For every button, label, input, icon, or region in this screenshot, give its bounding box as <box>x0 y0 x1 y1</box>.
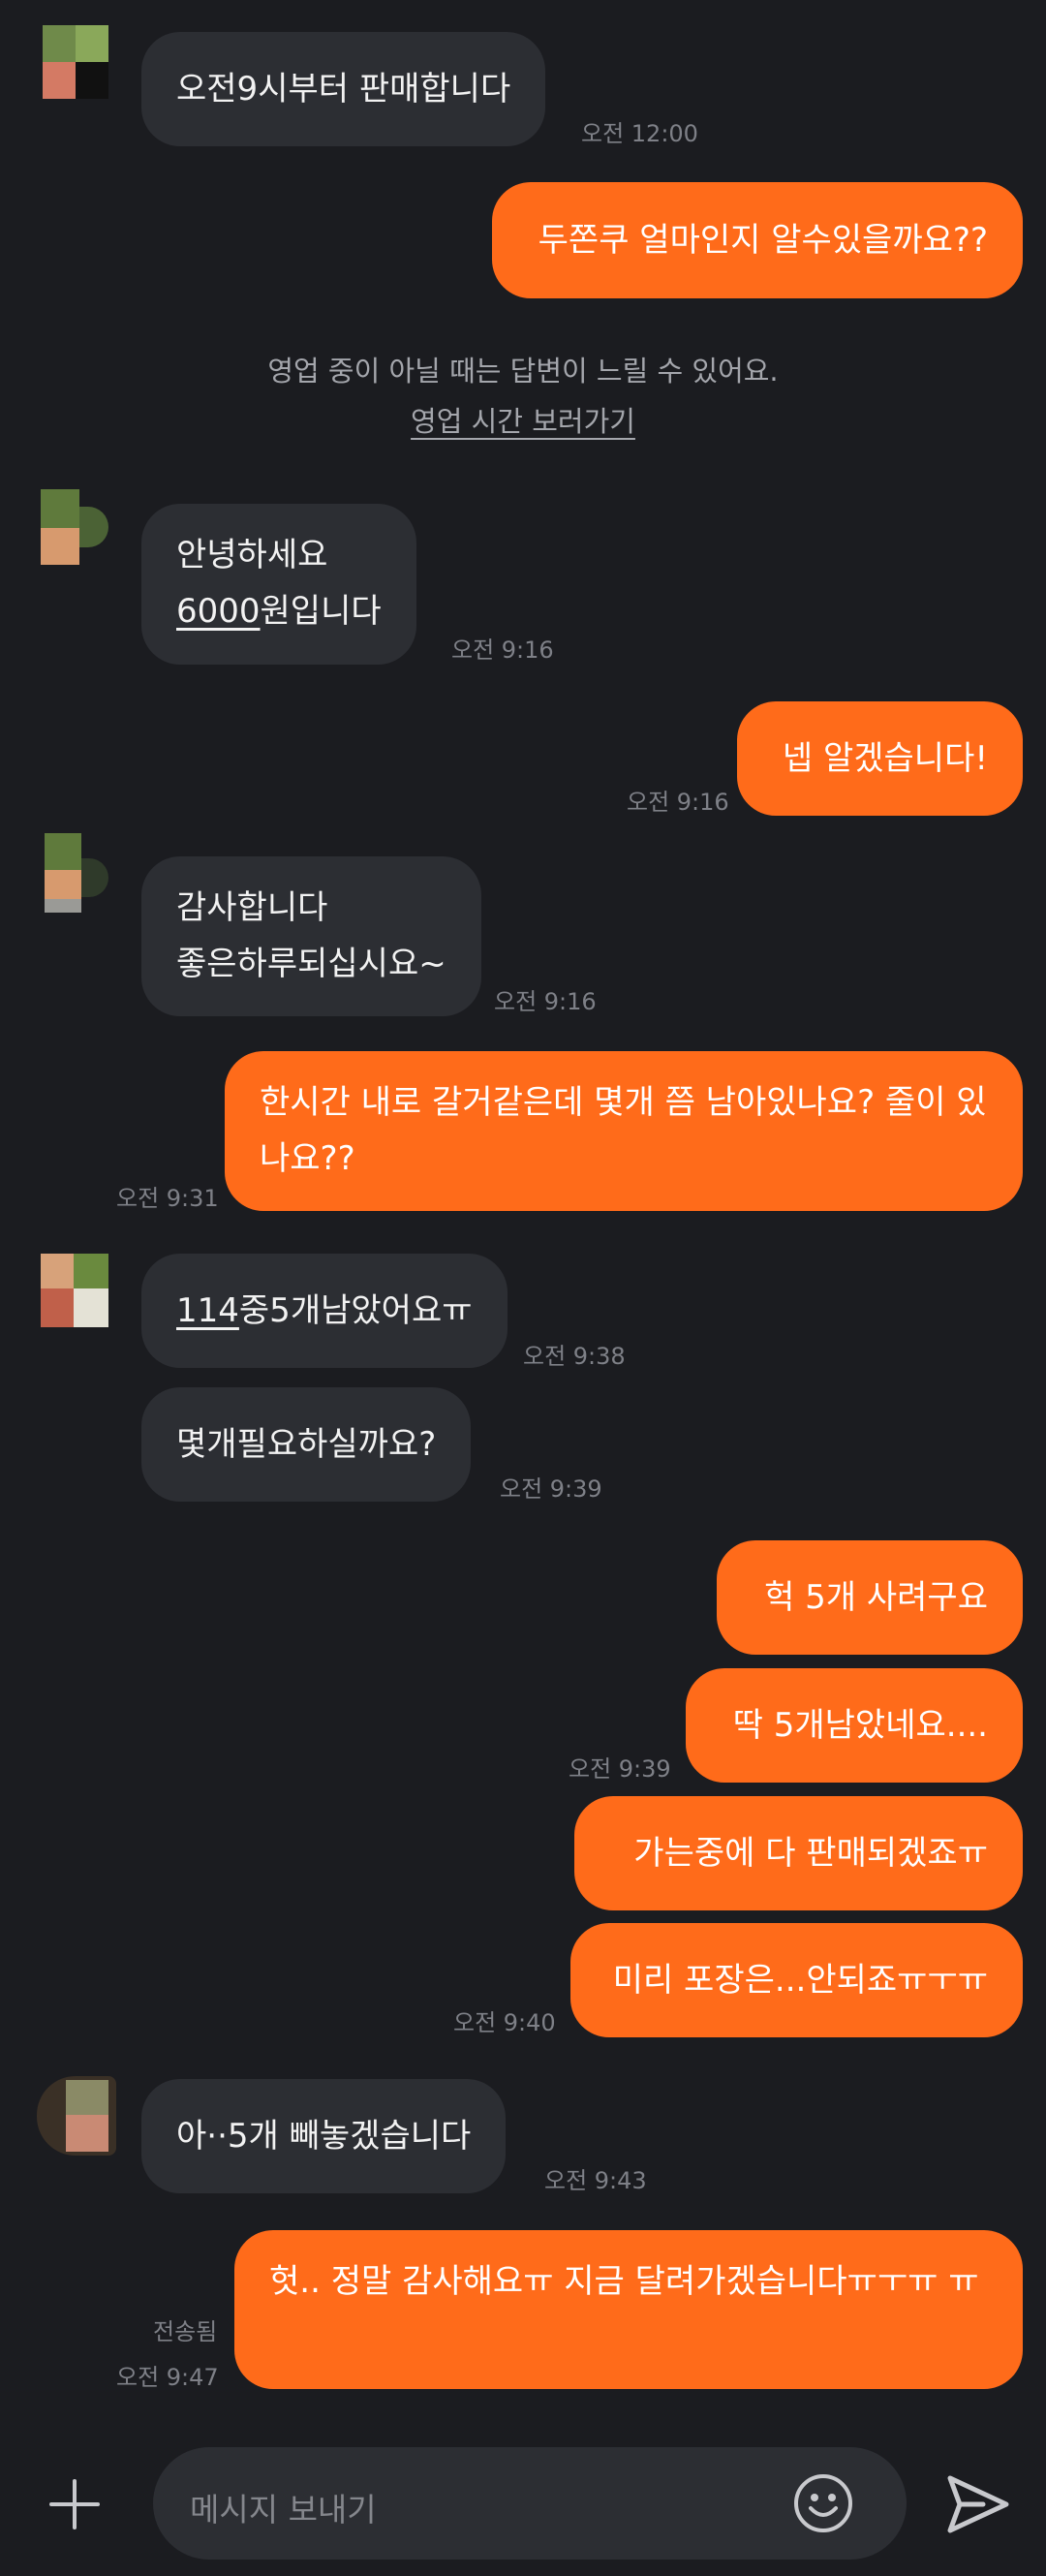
message-input[interactable]: 메시지 보내기 <box>153 2447 907 2560</box>
message-bubble[interactable]: 넵 알겠습니다! <box>737 701 1023 816</box>
plus-icon[interactable] <box>46 2475 104 2533</box>
message-placeholder: 메시지 보내기 <box>190 2491 377 2529</box>
message-bubble[interactable]: 몇개필요하실까요? <box>141 1387 472 1502</box>
message-bubble[interactable]: 한시간 내로 갈거같은데 몇개 쯤 남아있나요? 줄이 있나요?? <box>225 1051 1023 1211</box>
message-bubble[interactable]: 가는중에 다 판매되겠죠ㅠ <box>574 1796 1023 1910</box>
avatar[interactable] <box>37 1250 116 1329</box>
off-hours-notice: 영업 중이 아닐 때는 답변이 느릴 수 있어요. <box>267 355 779 388</box>
smile-icon[interactable] <box>792 2472 854 2534</box>
message-time: 오전 9:16 <box>627 789 729 816</box>
message-time: 오전 9:38 <box>523 1343 626 1370</box>
message-time: 오전 9:47 <box>116 2364 219 2391</box>
message-input-bar: 메시지 보내기 <box>0 2432 1046 2576</box>
send-icon[interactable] <box>944 2470 1012 2538</box>
business-hours-link[interactable]: 영업 시간 보러가기 <box>411 405 635 438</box>
message-bubble[interactable]: 헉 5개 사려구요 <box>717 1540 1023 1655</box>
message-time: 오전 9:40 <box>453 2009 556 2036</box>
message-bubble[interactable]: 아··5개 빼놓겠습니다 <box>141 2079 507 2193</box>
chat-area[interactable]: 오전9시부터 판매합니다 오전 12:00 두쫀쿠 얼마인지 알수있을까요?? … <box>0 0 1046 2432</box>
message-time: 오전 9:39 <box>500 1475 602 1503</box>
message-time: 오전 9:31 <box>116 1185 219 1212</box>
message-bubble[interactable]: 오전9시부터 판매합니다 <box>141 32 546 146</box>
message-status: 전송됨 <box>153 2318 218 2345</box>
message-bubble[interactable]: 감사합니다 좋은하루되십시요~ <box>141 856 481 1016</box>
message-time: 오전 9:16 <box>494 988 597 1015</box>
message-time: 오전 9:16 <box>451 636 554 664</box>
message-bubble[interactable]: 두쫀쿠 얼마인지 알수있을까요?? <box>492 182 1023 298</box>
message-bubble[interactable]: 딱 5개남았네요.... <box>686 1668 1023 1783</box>
message-bubble[interactable]: 안녕하세요 6000원입니다 <box>141 504 416 665</box>
avatar[interactable] <box>37 21 116 101</box>
avatar[interactable] <box>37 2076 116 2156</box>
message-time: 오전 9:39 <box>569 1755 671 1783</box>
message-bubble[interactable]: 미리 포장은...안되죠ㅠㅜㅠ <box>570 1923 1023 2037</box>
message-time: 오전 9:43 <box>544 2167 647 2194</box>
avatar[interactable] <box>37 487 116 567</box>
message-bubble[interactable]: 헛.. 정말 감사해요ㅠ 지금 달려가겠습니다ㅠㅜㅠ ㅠ <box>234 2230 1023 2389</box>
avatar[interactable] <box>37 833 116 913</box>
message-time: 오전 12:00 <box>581 120 698 147</box>
message-bubble[interactable]: 114중5개남았어요ㅠ <box>141 1254 508 1368</box>
